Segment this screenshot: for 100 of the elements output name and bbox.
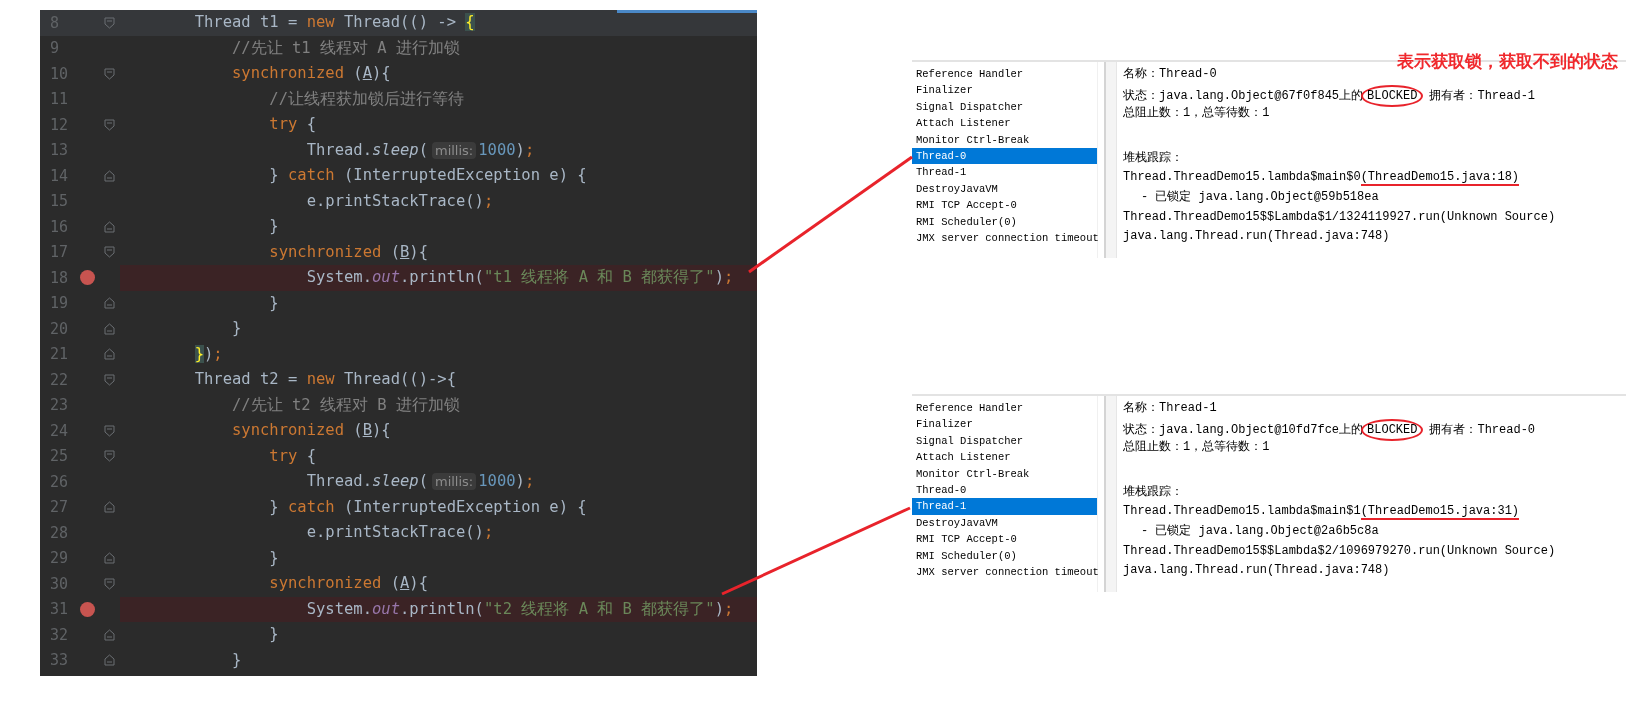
code-line: synchronized (B){ [268, 241, 429, 263]
source-location: (Thread.java:748) [1267, 229, 1390, 244]
fold-marker-icon[interactable] [103, 348, 115, 361]
source-location: (ThreadDemo15.java:18) [1360, 170, 1520, 187]
thread-list-item[interactable]: Finalizer [912, 416, 1097, 433]
code-line: synchronized (A){ [231, 63, 392, 84]
thread-list-item[interactable]: Finalizer [912, 82, 1097, 99]
thread-list-item[interactable]: RMI Scheduler(0) [912, 213, 1097, 230]
code-line: } catch (InterruptedException e) { [268, 165, 588, 186]
fold-marker-icon[interactable] [103, 118, 115, 131]
thread-state: BLOCKED [1361, 418, 1424, 441]
fold-marker-icon[interactable] [103, 552, 115, 565]
source-location: (Unknown Source) [1439, 543, 1556, 558]
fold-marker-icon[interactable] [103, 450, 115, 463]
thread-list-item[interactable]: Thread-0 [912, 147, 1097, 165]
code-line: Thread.sleep( millis: 1000); [305, 471, 536, 492]
thread-list-item[interactable]: Attach Listener [912, 449, 1097, 466]
fold-marker-icon[interactable] [103, 246, 115, 259]
thread-list-item[interactable]: JMX server connection timeout [912, 229, 1097, 247]
fold-marker-icon[interactable] [103, 169, 115, 182]
code-line: } [268, 292, 280, 314]
line-number: 29 [49, 549, 70, 568]
fold-marker-icon[interactable] [103, 297, 115, 310]
owner-name: Thread-1 [1477, 88, 1536, 103]
code-line: synchronized (B){ [231, 420, 392, 441]
line-number: 25 [49, 447, 70, 466]
stack-trace-label: 堆栈跟踪： [1123, 149, 1184, 167]
thread-list-item[interactable]: Signal Dispatcher [912, 432, 1097, 450]
thread-name: Thread-1 [1159, 401, 1217, 415]
field-label: 名称： [1123, 67, 1159, 81]
stack-frame: Thread.ThreadDemo15.lambda$main$1 [1123, 504, 1361, 519]
line-number: 16 [49, 217, 70, 236]
thread-list-item[interactable]: Monitor Ctrl-Break [912, 131, 1097, 148]
field-label: 状态： [1123, 422, 1159, 437]
fold-marker-icon[interactable] [103, 67, 115, 80]
code-line: } [231, 318, 243, 339]
fold-marker-icon[interactable] [103, 373, 115, 386]
fold-marker-icon[interactable] [103, 322, 115, 335]
line-number: 31 [49, 600, 70, 619]
thread-name: Thread-0 [1159, 67, 1217, 81]
line-number: 28 [49, 523, 70, 542]
thread-list-item[interactable]: Thread-0 [912, 481, 1097, 499]
thread-list-item[interactable]: RMI TCP Accept-0 [912, 531, 1097, 548]
stack-frame: java.lang.Thread.run [1123, 563, 1268, 578]
field-label: 名称： [1123, 401, 1159, 415]
thread-list-item[interactable]: DestroyJavaVM [912, 514, 1097, 532]
line-number: 32 [49, 625, 70, 644]
code-line: synchronized (A){ [268, 573, 429, 594]
line-number: 13 [49, 141, 70, 160]
line-number: 11 [49, 90, 70, 109]
thread-list-item[interactable]: Reference Handler [912, 66, 1097, 83]
line-number: 12 [49, 115, 70, 134]
thread-state: BLOCKED [1361, 84, 1424, 107]
line-number: 26 [49, 472, 70, 491]
lock-object: java.lang.Object@67f0f845上的 [1159, 88, 1364, 103]
code-line: Thread.sleep( millis: 1000); [305, 139, 536, 161]
line-number: 23 [49, 396, 70, 415]
fold-marker-icon[interactable] [103, 16, 115, 29]
stack-trace-label: 堆栈跟踪： [1123, 483, 1184, 501]
thread-list-item[interactable]: Thread-1 [912, 498, 1097, 515]
line-number: 27 [49, 498, 70, 517]
source-location: (Thread.java:748) [1267, 563, 1390, 578]
field-label: 状态： [1123, 88, 1159, 103]
line-number: 33 [49, 651, 70, 670]
thread-list-item[interactable]: Attach Listener [912, 115, 1097, 132]
fold-marker-icon[interactable] [103, 654, 115, 667]
code-line: e.printStackTrace(); [305, 522, 495, 543]
code-line: //先让 t2 线程对 B 进行加锁 [231, 394, 461, 416]
code-line: try { [268, 445, 317, 467]
thread-list-item[interactable]: DestroyJavaVM [912, 180, 1097, 198]
lock-object: java.lang.Object@10fd7fce上的 [1159, 422, 1364, 437]
field-label: 拥有者： [1429, 422, 1478, 437]
line-number: 24 [49, 421, 70, 440]
fold-marker-icon[interactable] [103, 501, 115, 514]
fold-marker-icon[interactable] [103, 424, 115, 437]
fold-marker-icon[interactable] [103, 628, 115, 641]
field-label: 拥有者： [1429, 88, 1478, 103]
fold-marker-icon[interactable] [103, 577, 115, 590]
thread-list-item[interactable]: Thread-1 [912, 164, 1097, 181]
thread-list-item[interactable]: Reference Handler [912, 400, 1097, 417]
locked-monitor: - 已锁定 java.lang.Object@59b518ea [1140, 189, 1379, 204]
thread-list-item[interactable]: Signal Dispatcher [912, 98, 1097, 116]
code-line: } [268, 216, 280, 237]
fold-marker-icon[interactable] [103, 220, 115, 233]
thread-list-item[interactable]: JMX server connection timeout [912, 563, 1097, 581]
stack-frame: Thread.ThreadDemo15$$Lambda$1/1324119927.run [1123, 209, 1440, 224]
thread-list-item[interactable]: RMI TCP Accept-0 [912, 197, 1097, 214]
owner-name: Thread-0 [1477, 422, 1536, 437]
thread-counts: 总阻止数：1，总等待数：1 [1123, 105, 1271, 123]
code-line: Thread t2 = new Thread(()->{ [193, 369, 457, 390]
code-line: try { [268, 114, 317, 135]
line-number: 9 [49, 39, 61, 58]
stack-frame: Thread.ThreadDemo15.lambda$main$0 [1123, 170, 1361, 185]
thread-list-item[interactable]: RMI Scheduler(0) [912, 547, 1097, 564]
code-line: //让线程获加锁后进行等待 [268, 88, 465, 110]
locked-monitor: - 已锁定 java.lang.Object@2a6b5c8a [1140, 523, 1379, 538]
annotation-text: 表示获取锁，获取不到的状态 [1397, 50, 1618, 73]
code-line: //先让 t1 线程对 A 进行加锁 [231, 37, 461, 59]
line-number: 20 [49, 319, 70, 338]
thread-list-item[interactable]: Monitor Ctrl-Break [912, 465, 1097, 482]
